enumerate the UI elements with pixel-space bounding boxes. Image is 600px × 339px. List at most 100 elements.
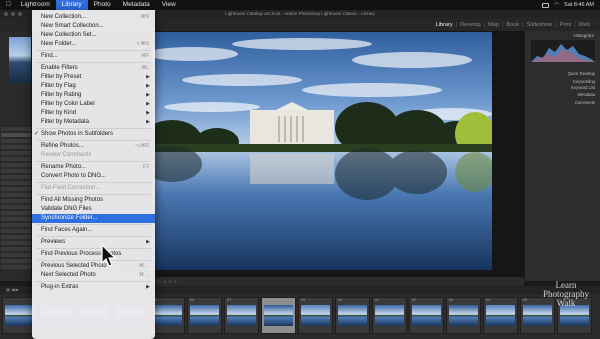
folder-row[interactable] xyxy=(1,139,31,143)
menu-item-next-selected-photo[interactable]: Next Selected Photo ⌘→ xyxy=(32,271,155,280)
menu-item-previous-selected-photo[interactable]: Previous Selected Photo ⌘← xyxy=(32,262,155,271)
shortcut-hint: ⌘N xyxy=(140,14,149,20)
menu-item-new-smart-collection[interactable]: New Smart Collection... xyxy=(32,22,155,31)
menu-separator xyxy=(36,161,151,162)
thumbnail-image xyxy=(412,305,441,326)
folder-row[interactable] xyxy=(1,223,31,227)
menu-view[interactable]: View xyxy=(156,0,182,10)
menu-item-synchronize-folder[interactable]: Synchronize Folder... xyxy=(32,214,155,223)
menu-item-enable-filters[interactable]: Enable Filters ⌘L xyxy=(32,64,155,73)
folder-row[interactable] xyxy=(1,253,31,257)
wifi-icon[interactable]: ◠ xyxy=(554,2,559,8)
module-print[interactable]: Print xyxy=(558,22,574,28)
menu-item-new-collection-set[interactable]: New Collection Set... xyxy=(32,31,155,40)
folder-row[interactable] xyxy=(1,169,31,173)
filmstrip-thumbnail[interactable]: 56 xyxy=(187,297,222,334)
folder-row[interactable] xyxy=(1,247,31,251)
folder-row[interactable] xyxy=(1,235,31,239)
folder-row[interactable] xyxy=(1,151,31,155)
filmstrip-grid-icon[interactable]: ▦ ◀ ▶ xyxy=(6,287,19,292)
folder-row[interactable] xyxy=(1,187,31,191)
folder-row[interactable] xyxy=(1,181,31,185)
panel-quick-develop[interactable]: Quick Develop xyxy=(531,71,595,77)
menu-item-label: Synchronize Folder... xyxy=(41,215,98,221)
main-photo[interactable] xyxy=(152,32,492,270)
menu-item-new-collection[interactable]: New Collection... ⌘N xyxy=(32,13,155,22)
folder-row[interactable] xyxy=(1,157,31,161)
status-area: ◠ Sat 8:46 AM xyxy=(542,2,600,8)
apple-icon[interactable]:  xyxy=(0,0,15,10)
filmstrip-thumbnail[interactable]: 59 xyxy=(298,297,333,334)
close-window-icon[interactable] xyxy=(4,12,8,16)
thumbnail-index: 64 xyxy=(486,298,491,302)
rating-stars-icon[interactable]: ☆ ☆ ☆ ☆ ☆ xyxy=(152,279,177,284)
menu-item-plug-in-extras[interactable]: Plug-in Extras ▶ xyxy=(32,283,155,292)
module-web[interactable]: Web xyxy=(577,22,592,28)
menu-item-new-folder[interactable]: New Folder... ⇧⌘N xyxy=(32,40,155,49)
menu-item-previews[interactable]: Previews ▶ xyxy=(32,238,155,247)
battery-icon[interactable] xyxy=(542,2,550,8)
menu-item-find[interactable]: Find... ⌘F xyxy=(32,52,155,61)
folder-row[interactable] xyxy=(1,211,31,215)
folder-row[interactable] xyxy=(1,259,31,263)
menu-item-filter-by-metadata[interactable]: Filter by Metadata ▶ xyxy=(32,118,155,127)
menu-metadata[interactable]: Metadata xyxy=(117,0,156,10)
filmstrip-thumbnail[interactable]: 63 xyxy=(446,297,481,334)
menu-item-validate-dng-files[interactable]: Validate DNG Files xyxy=(32,205,155,214)
menu-item-filter-by-preset[interactable]: Filter by Preset ▶ xyxy=(32,73,155,82)
thumbnail-index: 61 xyxy=(375,298,380,302)
folder-row[interactable] xyxy=(1,127,31,131)
menu-clock[interactable]: Sat 8:46 AM xyxy=(564,2,594,8)
minimize-window-icon[interactable] xyxy=(11,12,15,16)
menu-item-refine-photos[interactable]: Refine Photos... ⌥⌘R xyxy=(32,142,155,151)
menu-item-rename-photo[interactable]: Rename Photo... F2 xyxy=(32,163,155,172)
folder-row[interactable] xyxy=(1,241,31,245)
folder-row[interactable] xyxy=(1,175,31,179)
menu-item-label: New Collection Set... xyxy=(41,32,97,38)
filmstrip-thumbnail[interactable]: 64 xyxy=(483,297,518,334)
module-develop[interactable]: Develop xyxy=(458,22,483,28)
folder-row[interactable] xyxy=(1,205,31,209)
module-library[interactable]: Library xyxy=(434,22,455,28)
menu-item-find-faces-again[interactable]: Find Faces Again... xyxy=(32,226,155,235)
filmstrip-thumbnail[interactable]: 62 xyxy=(409,297,444,334)
panel-comments[interactable]: Comments xyxy=(531,100,595,106)
histogram-title[interactable]: Histogram xyxy=(573,33,594,38)
menu-item-label: Filter by Preset xyxy=(41,74,82,80)
menu-item-review-comments: Review Comments xyxy=(32,151,155,160)
navigator-preview[interactable] xyxy=(9,37,31,83)
folder-row[interactable] xyxy=(1,217,31,221)
filmstrip-thumbnail[interactable]: 58 xyxy=(261,297,296,334)
folder-row[interactable] xyxy=(1,193,31,197)
menu-item-filter-by-rating[interactable]: Filter by Rating ▶ xyxy=(32,91,155,100)
thumbnail-index: 60 xyxy=(338,298,343,302)
menu-item-filter-by-color-label[interactable]: Filter by Color Label ▶ xyxy=(32,100,155,109)
menu-item-filter-by-kind[interactable]: Filter by Kind ▶ xyxy=(32,109,155,118)
folder-row[interactable] xyxy=(1,229,31,233)
zoom-window-icon[interactable] xyxy=(18,12,22,16)
shortcut-hint: ⌘L xyxy=(141,65,149,71)
menu-item-show-photos-in-subfolders[interactable]: ✓ Show Photos in Subfolders xyxy=(32,130,155,139)
panel-keyword-list[interactable]: Keyword List xyxy=(531,85,595,91)
folder-row[interactable] xyxy=(1,265,31,269)
menu-photo[interactable]: Photo xyxy=(88,0,117,10)
folder-row[interactable] xyxy=(1,133,31,137)
menu-item-find-previous-process-photos[interactable]: Find Previous Process Photos xyxy=(32,250,155,259)
module-map[interactable]: Map xyxy=(486,22,501,28)
folder-row[interactable] xyxy=(1,163,31,167)
menu-item-convert-photo-to-dng[interactable]: Convert Photo to DNG... xyxy=(32,172,155,181)
menu-item-filter-by-flag[interactable]: Filter by Flag ▶ xyxy=(32,82,155,91)
folder-row[interactable] xyxy=(1,145,31,149)
panel-metadata[interactable]: Metadata xyxy=(531,92,595,98)
module-book[interactable]: Book xyxy=(504,22,521,28)
module-slideshow[interactable]: Slideshow xyxy=(525,22,555,28)
menu-lightroom[interactable]: Lightroom xyxy=(15,0,56,10)
filmstrip-thumbnail[interactable]: 60 xyxy=(335,297,370,334)
menu-item-find-all-missing-photos[interactable]: Find All Missing Photos xyxy=(32,196,155,205)
filmstrip-thumbnail[interactable]: 61 xyxy=(372,297,407,334)
filmstrip-thumbnail[interactable]: 55 xyxy=(150,297,185,334)
shortcut-hint: ⌘← xyxy=(139,263,149,269)
filmstrip-thumbnail[interactable]: 57 xyxy=(224,297,259,334)
menu-library[interactable]: Library xyxy=(55,0,88,10)
folder-row[interactable] xyxy=(1,199,31,203)
